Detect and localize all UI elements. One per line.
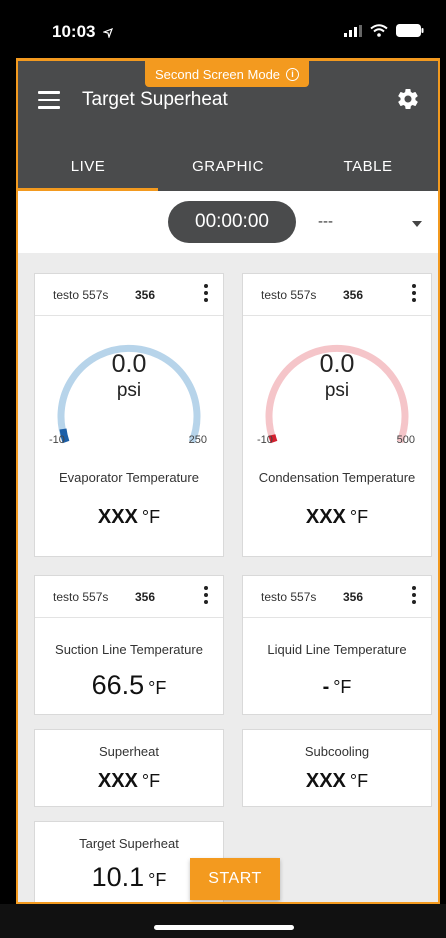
card-header: testo 557s 356 (35, 274, 223, 316)
device-name: testo 557s (261, 288, 317, 302)
gauge-unit: psi (324, 380, 350, 401)
more-options-icon[interactable] (203, 284, 209, 306)
device-serial: 356 (343, 590, 364, 604)
location-arrow-icon (102, 27, 114, 39)
battery-icon (396, 24, 424, 37)
measurement-label: Liquid Line Temperature (267, 642, 407, 657)
liquid-line-card: testo 557s 356 Liquid Line Temperature -… (242, 575, 432, 715)
interval-select[interactable]: --- (318, 213, 333, 230)
more-options-icon[interactable] (203, 586, 209, 608)
unit-text: °F (333, 677, 352, 697)
measurement-label: Subcooling (304, 744, 370, 759)
cellular-signal-icon (344, 24, 362, 37)
app-frame: Second Screen Mode i Target Superheat LI… (16, 58, 440, 904)
suction-line-card: testo 557s 356 Suction Line Temperature … (34, 575, 224, 715)
device-name: testo 557s (53, 288, 109, 302)
gear-icon[interactable] (396, 87, 420, 111)
unit-text: °F (141, 771, 161, 791)
gauge-max: 500 (396, 434, 415, 446)
device-serial: 356 (343, 288, 364, 302)
card-header: testo 557s 356 (35, 576, 223, 618)
measurement-label: Superheat (99, 744, 159, 759)
tab-graphic[interactable]: GRAPHIC (158, 141, 298, 191)
gauge-min: -10 (49, 434, 65, 446)
measurement-value: XXX °F (243, 506, 431, 529)
measurement-value: XXX °F (243, 770, 431, 793)
superheat-card: Superheat XXX °F (34, 729, 224, 807)
second-screen-mode-badge[interactable]: Second Screen Mode i (145, 61, 310, 87)
device-name: testo 557s (53, 590, 109, 604)
measurement-value: 66.5 °F (35, 670, 223, 701)
timer-row: 00:00:00 --- (18, 191, 438, 253)
evaporator-card: testo 557s 356 0.0 psi -10 250 Evaporato… (34, 273, 224, 557)
status-bar: 10:03 (0, 0, 446, 58)
measurement-value: - °F (243, 676, 431, 699)
card-header: testo 557s 356 (243, 576, 431, 618)
unit-text: °F (148, 870, 167, 890)
unit-text: °F (349, 507, 369, 527)
subcooling-card: Subcooling XXX °F (242, 729, 432, 807)
wifi-icon (370, 24, 388, 37)
hamburger-menu-icon[interactable] (38, 91, 60, 109)
value-text: XXX (305, 770, 346, 792)
measurement-label: Condensation Temperature (258, 470, 416, 485)
value-text: - (322, 676, 330, 698)
badge-label: Second Screen Mode (155, 66, 281, 82)
chevron-down-icon[interactable] (412, 221, 422, 227)
more-options-icon[interactable] (411, 586, 417, 608)
tab-table[interactable]: TABLE (298, 141, 438, 191)
home-bar (0, 904, 446, 938)
status-time: 10:03 (52, 22, 114, 42)
status-icons (344, 24, 424, 37)
gauge-min: -10 (257, 434, 273, 446)
measurement-label: Target Superheat (79, 836, 179, 851)
info-icon[interactable]: i (286, 67, 300, 81)
gauge-value: 0.0 (319, 350, 355, 378)
start-button[interactable]: START (190, 858, 280, 900)
device-serial: 356 (135, 590, 156, 604)
value-text: 66.5 (91, 670, 145, 700)
home-indicator[interactable] (154, 925, 294, 930)
value-text: 10.1 (91, 862, 145, 892)
measurement-label: Evaporator Temperature (59, 470, 199, 485)
tab-bar: LIVE GRAPHIC TABLE (18, 141, 438, 191)
tab-live[interactable]: LIVE (18, 141, 158, 191)
measurement-value: XXX °F (35, 770, 223, 793)
more-options-icon[interactable] (411, 284, 417, 306)
measurement-value: XXX °F (35, 506, 223, 529)
device-serial: 356 (135, 288, 156, 302)
clock-text: 10:03 (52, 22, 96, 41)
card-header: testo 557s 356 (243, 274, 431, 316)
app-bar: Second Screen Mode i Target Superheat LI… (18, 61, 438, 191)
unit-text: °F (148, 678, 167, 698)
device-name: testo 557s (261, 590, 317, 604)
timer-display: 00:00:00 (168, 201, 296, 243)
value-text: XXX (97, 506, 138, 528)
gauge-max: 250 (188, 434, 207, 446)
condensation-card: testo 557s 356 0.0 psi -10 500 Condensat… (242, 273, 432, 557)
value-text: XXX (305, 506, 346, 528)
measurement-label: Suction Line Temperature (55, 642, 203, 657)
unit-text: °F (349, 771, 369, 791)
value-text: XXX (97, 770, 138, 792)
gauge-value: 0.0 (111, 350, 147, 378)
unit-text: °F (141, 507, 161, 527)
gauge-unit: psi (116, 380, 142, 401)
page-title: Target Superheat (82, 89, 228, 110)
